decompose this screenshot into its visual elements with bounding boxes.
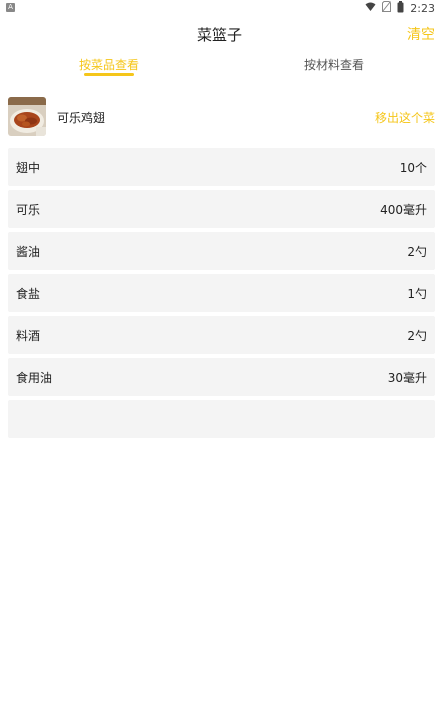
ingredient-quantity: 2勺 — [407, 245, 427, 259]
ingredient-quantity: 400毫升 — [380, 203, 427, 217]
page-title: 菜篮子 — [196, 26, 242, 44]
clear-button[interactable]: 清空 — [407, 24, 435, 44]
status-time: 2:23 — [410, 1, 435, 15]
ingredient-row: 料酒 2勺 — [8, 316, 435, 354]
list-footer-placeholder — [8, 400, 435, 438]
ingredient-name: 食盐 — [16, 287, 41, 301]
ingredient-name: 翅中 — [16, 161, 41, 175]
header: 菜篮子 清空 — [0, 20, 439, 50]
battery-icon — [397, 0, 404, 16]
ingredient-name: 可乐 — [16, 203, 41, 217]
dish-name: 可乐鸡翅 — [57, 111, 106, 125]
ingredient-name: 料酒 — [16, 329, 41, 343]
no-sim-icon — [382, 1, 392, 15]
tab-by-ingredient[interactable]: 按材料查看 — [274, 56, 394, 73]
dish-thumbnail — [8, 97, 46, 136]
ingredient-quantity: 30毫升 — [387, 371, 427, 385]
ingredient-row: 酱油 2勺 — [8, 232, 435, 270]
status-icons: 2:23 — [365, 0, 435, 16]
ingredient-row: 可乐 400毫升 — [8, 190, 435, 228]
ingredient-list: 翅中 10个 可乐 400毫升 酱油 2勺 食盐 1勺 料酒 2勺 食用油 30… — [8, 148, 435, 438]
ingredient-name: 酱油 — [16, 245, 41, 259]
active-tab-indicator — [84, 73, 134, 76]
tab-by-dish[interactable]: 按菜品查看 — [49, 56, 169, 73]
notification-badge: A — [6, 3, 15, 12]
remove-dish-button[interactable]: 移出这个菜 — [375, 109, 435, 126]
ingredient-quantity: 2勺 — [407, 329, 427, 343]
ingredient-name: 食用油 — [16, 371, 53, 385]
ingredient-row: 食用油 30毫升 — [8, 358, 435, 396]
wifi-icon — [365, 2, 376, 15]
ingredient-row: 食盐 1勺 — [8, 274, 435, 312]
ingredient-quantity: 10个 — [399, 161, 427, 175]
ingredient-quantity: 1勺 — [407, 287, 427, 301]
status-bar: A 2:23 — [0, 0, 439, 16]
view-tabs: 按菜品查看 按材料查看 — [0, 52, 439, 80]
ingredient-row: 翅中 10个 — [8, 148, 435, 186]
dish-row[interactable]: 可乐鸡翅 移出这个菜 — [8, 96, 435, 138]
